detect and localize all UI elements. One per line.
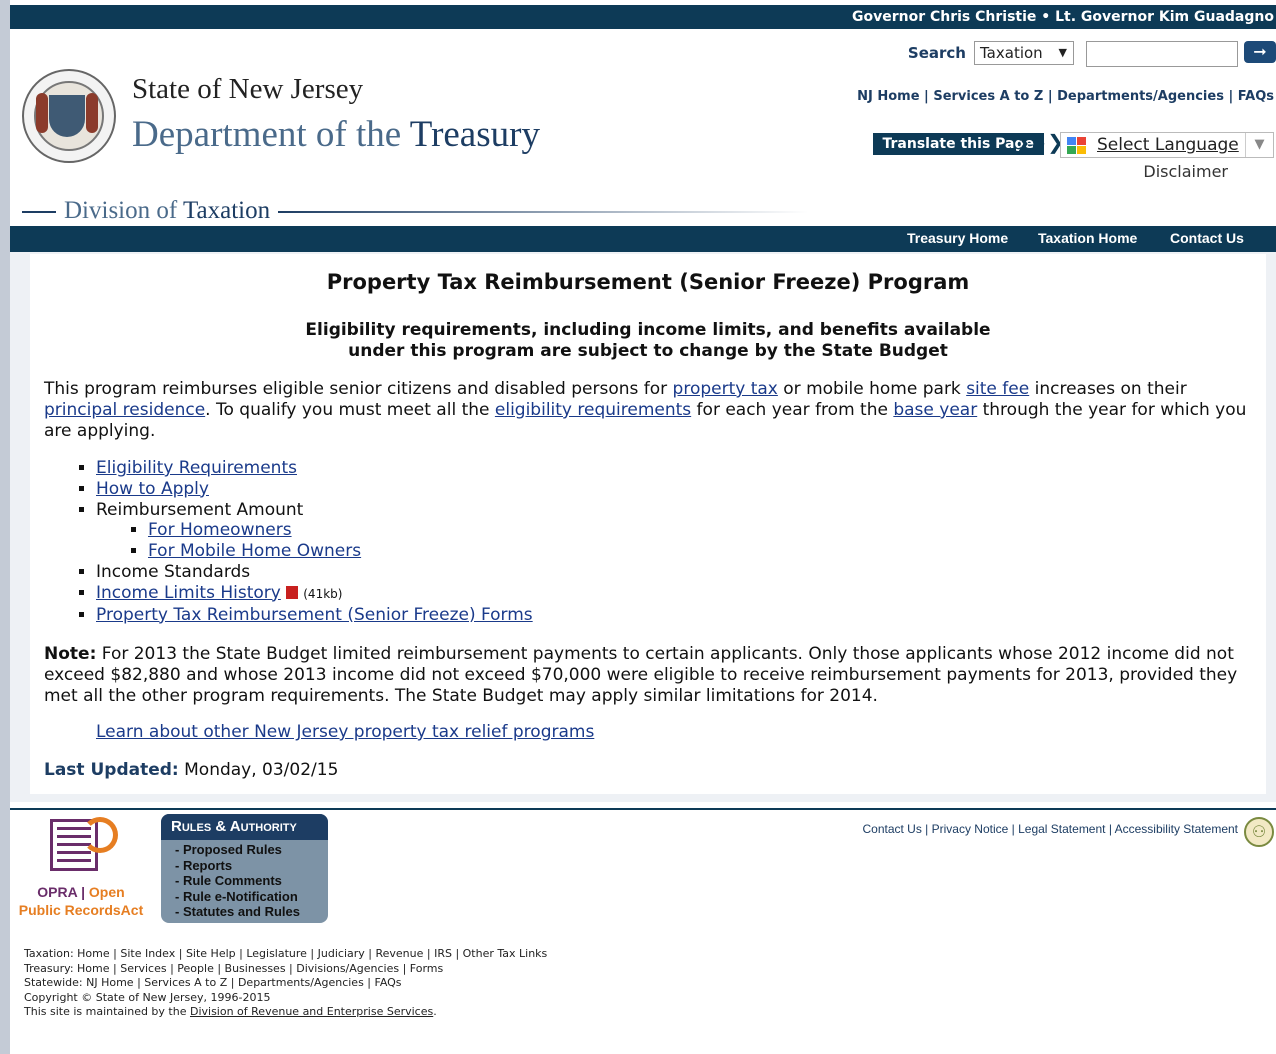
main-nav: Treasury Home Taxation Home Contact Us (10, 226, 1276, 252)
list-item: Eligibility Requirements (96, 458, 533, 479)
refresh-arrow-icon (82, 817, 118, 853)
note-label: Note: (44, 644, 97, 664)
list-item: How to Apply (96, 479, 533, 500)
footer-statewide-links[interactable]: Statewide: NJ Home | Services A to Z | D… (24, 976, 547, 991)
link-services-a-to-z[interactable]: Services A to Z (933, 89, 1043, 104)
main-content: Property Tax Reimbursement (Senior Freez… (30, 254, 1266, 794)
link-eligibility-requirements-inline[interactable]: eligibility requirements (495, 400, 691, 420)
nav-treasury-home[interactable]: Treasury Home (907, 230, 1008, 246)
link-site-fee[interactable]: site fee (966, 379, 1029, 399)
language-select[interactable]: Select Language ▼ (1060, 132, 1274, 158)
rules-link-e-notification[interactable]: - Rule e-Notification (175, 889, 328, 905)
caret-down-icon: ▼ (1058, 46, 1067, 59)
learn-more-section: Learn about other New Jersey property ta… (96, 722, 594, 742)
search-go-button[interactable]: ➞ (1244, 41, 1276, 63)
pdf-icon (285, 585, 298, 599)
rules-authority-title[interactable]: Rules & Authority (161, 814, 328, 840)
disclaimer-link[interactable]: Disclaimer (1143, 162, 1228, 181)
arrow-right-icon: ➞ (1253, 42, 1267, 61)
dropdown-arrow-icon: ▼ (1245, 133, 1273, 157)
rules-link-proposed[interactable]: - Proposed Rules (175, 842, 328, 858)
list-item: For Homeowners (148, 520, 533, 541)
link-principal-residence[interactable]: principal residence (44, 400, 205, 420)
maintained-by: This site is maintained by the Division … (24, 1005, 437, 1018)
note-paragraph: Note: For 2013 the State Budget limited … (44, 644, 1238, 706)
file-size: (41kb) (303, 586, 343, 601)
state-seal-icon[interactable] (22, 69, 116, 163)
page-subtitle: Eligibility requirements, including inco… (305, 320, 991, 361)
department-name[interactable]: Department of the Treasury (132, 113, 540, 156)
list-item: Income Limits History (41kb) (96, 583, 533, 605)
copyright: Copyright © State of New Jersey, 1996-20… (24, 990, 271, 1004)
footer-taxation-links[interactable]: Taxation: Home | Site Index | Site Help … (24, 947, 547, 962)
link-income-limits-history[interactable]: Income Limits History (96, 583, 281, 603)
last-updated: Last Updated: Monday, 03/02/15 (44, 760, 338, 780)
division-name: Division of Taxation (22, 197, 809, 225)
division-bold: Taxation (183, 197, 271, 224)
opra-logo[interactable]: OPRA | Open Public RecordsAct (14, 815, 148, 925)
search-bar: Search Taxation ▼ ➞ (896, 41, 1276, 67)
nav-contact-us[interactable]: Contact Us (1170, 230, 1244, 246)
income-standards-label: Income Standards (96, 561, 251, 582)
footer-divider (10, 808, 1276, 810)
link-how-to-apply[interactable]: How to Apply (96, 479, 209, 499)
last-updated-label: Last Updated: (44, 760, 179, 780)
governor-bar: Governor Chris Christie • Lt. Governor K… (10, 5, 1276, 29)
department-bold: Treasury (409, 114, 540, 155)
department-prefix: Department of the (132, 114, 402, 155)
last-updated-value: Monday, 03/02/15 (178, 760, 339, 780)
left-border (0, 0, 10, 1054)
link-faqs[interactable]: FAQs (1238, 89, 1274, 104)
rules-link-reports[interactable]: - Reports (175, 858, 328, 874)
link-for-mobile-home-owners[interactable]: For Mobile Home Owners (148, 541, 361, 561)
link-other-relief-programs[interactable]: Learn about other New Jersey property ta… (96, 722, 594, 742)
link-nj-home[interactable]: NJ Home (857, 89, 919, 104)
link-senior-freeze-forms[interactable]: Property Tax Reimbursement (Senior Freez… (96, 605, 533, 625)
search-label: Search (907, 44, 966, 62)
list-item: For Mobile Home Owners (148, 541, 533, 562)
link-for-homeowners[interactable]: For Homeowners (148, 520, 292, 540)
page-title: Property Tax Reimbursement (Senior Freez… (326, 270, 970, 294)
list-item: Reimbursement Amount For Homeowners For … (96, 500, 533, 562)
program-links-list: Eligibility Requirements How to Apply Re… (44, 458, 533, 625)
division-prefix: Division of (64, 197, 178, 224)
link-property-tax[interactable]: property tax (673, 379, 778, 399)
link-base-year[interactable]: base year (893, 400, 977, 420)
select-language-label: Select Language (1097, 135, 1239, 155)
link-revenue-enterprise-services[interactable]: Division of Revenue and Enterprise Servi… (190, 1005, 433, 1018)
footer-links[interactable]: Contact Us | Privacy Notice | Legal Stat… (862, 822, 1238, 836)
rules-authority-box: Rules & Authority - Proposed Rules - Rep… (161, 814, 328, 923)
accessibility-icon[interactable]: ⚇ (1244, 817, 1274, 847)
intro-paragraph: This program reimburses eligible senior … (44, 379, 1247, 441)
reimbursement-amount-label: Reimbursement Amount (96, 499, 304, 520)
link-eligibility-requirements[interactable]: Eligibility Requirements (96, 458, 297, 478)
top-links: NJ Home | Services A to Z | Departments/… (857, 89, 1274, 104)
rules-link-comments[interactable]: - Rule Comments (175, 873, 328, 889)
rules-link-statutes[interactable]: - Statutes and Rules (175, 904, 328, 920)
list-item: Property Tax Reimbursement (Senior Freez… (96, 605, 533, 626)
site-header: State of New Jersey Department of the Tr… (10, 29, 1276, 226)
nav-taxation-home[interactable]: Taxation Home (1038, 230, 1137, 246)
footer-treasury-links[interactable]: Treasury: Home | Services | People | Bus… (24, 962, 547, 977)
search-input[interactable] (1086, 41, 1238, 67)
link-departments[interactable]: Departments/Agencies (1057, 89, 1224, 104)
google-translate-icon (1067, 137, 1087, 155)
footer-sitemap: Taxation: Home | Site Index | Site Help … (24, 947, 547, 1020)
list-item: Income Standards (96, 562, 533, 583)
chevrons-icon: ❯❯❯ (1013, 130, 1064, 154)
state-name[interactable]: State of New Jersey (132, 73, 363, 106)
search-scope-select[interactable]: Taxation ▼ (974, 41, 1074, 65)
opra-caption: OPRA | Open Public RecordsAct (18, 884, 144, 918)
